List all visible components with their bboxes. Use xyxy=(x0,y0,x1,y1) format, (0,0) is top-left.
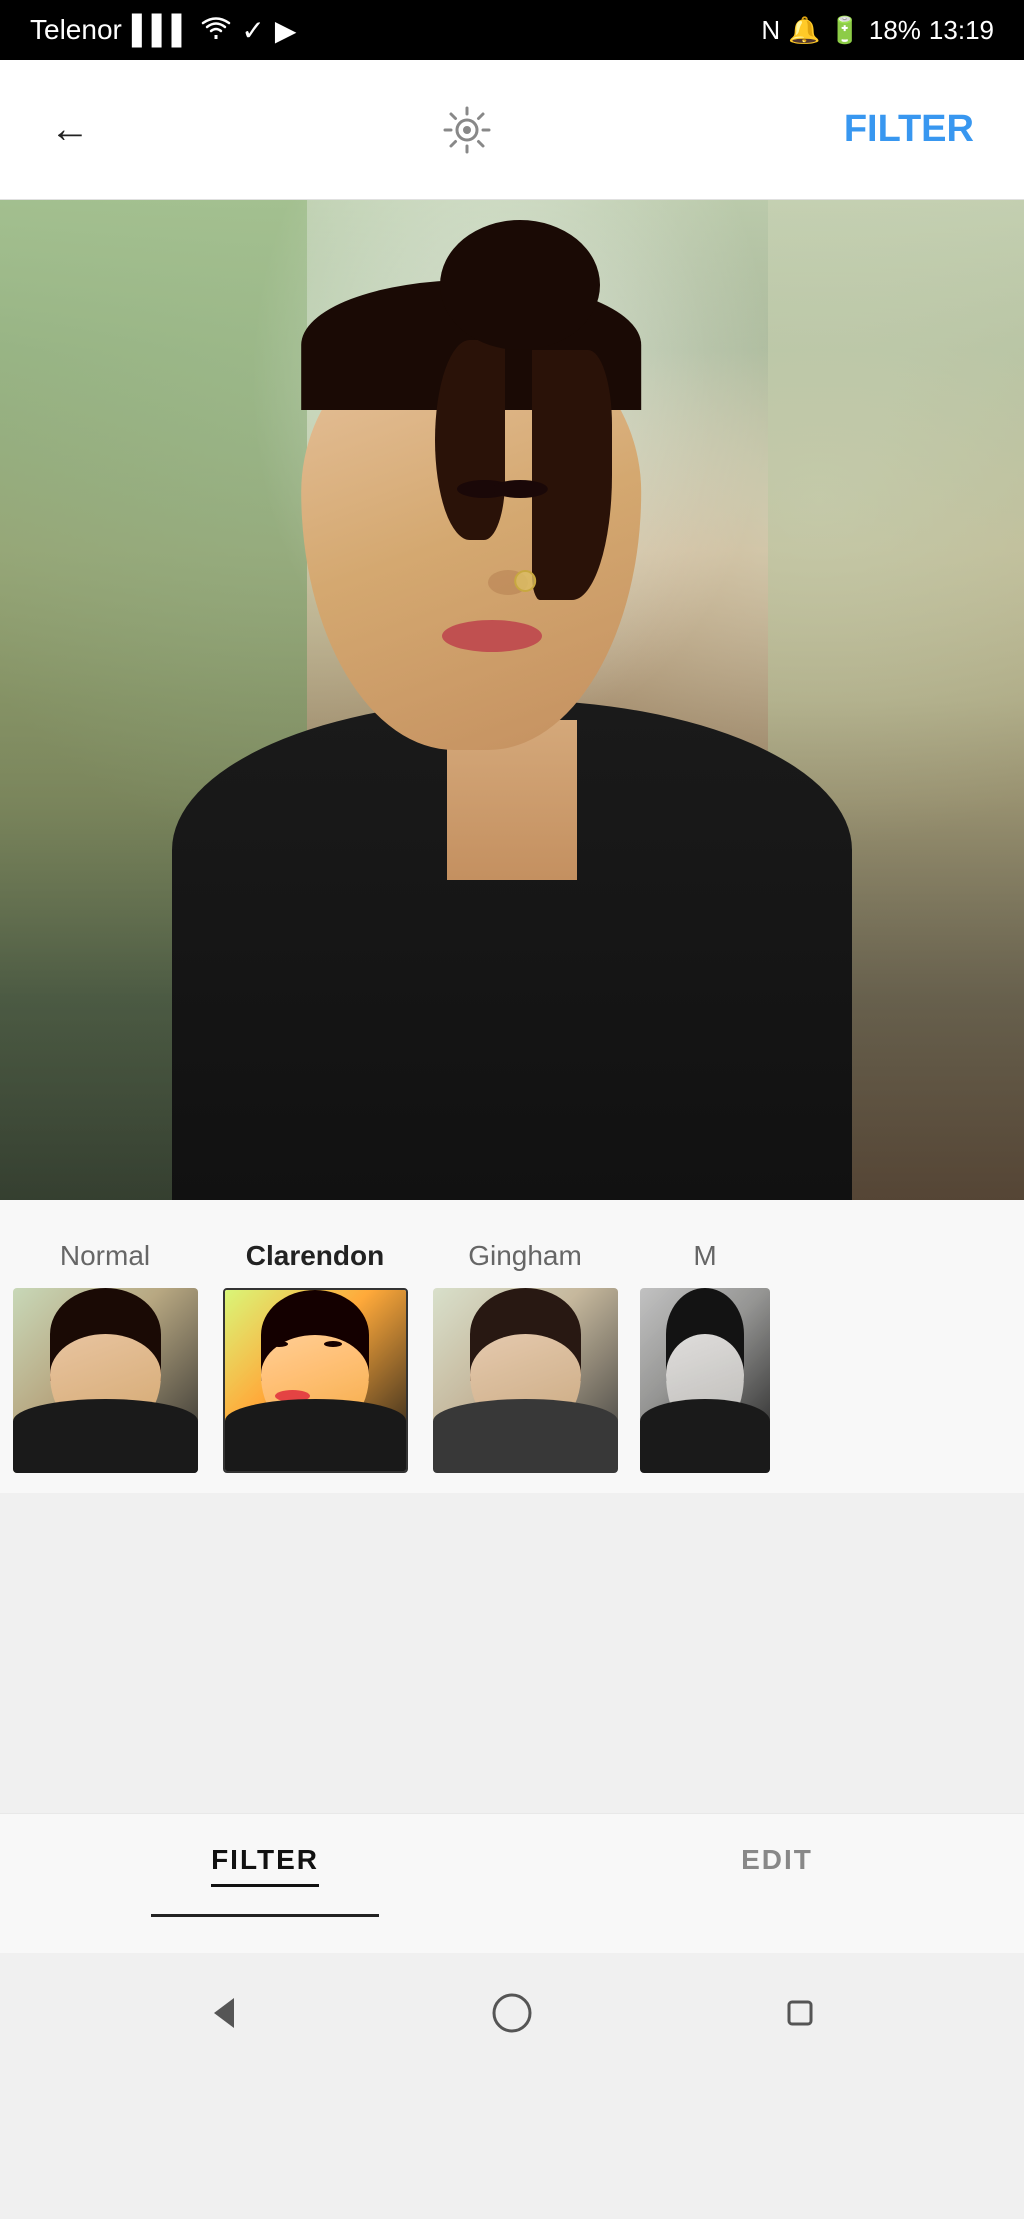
tab-edit[interactable]: EDIT xyxy=(681,1834,873,1886)
filter-scroll: Normal Clarendon xyxy=(0,1240,1024,1473)
bottom-tabs: FILTER EDIT xyxy=(0,1813,1024,1953)
wifi-icon xyxy=(201,14,231,46)
battery-icon: 🔋 xyxy=(829,15,861,46)
android-home-button[interactable] xyxy=(487,1988,537,2038)
filter-item-clarendon[interactable]: Clarendon xyxy=(210,1240,420,1473)
filter-label-clarendon: Clarendon xyxy=(246,1240,384,1272)
top-nav: ← FILTER xyxy=(0,60,1024,200)
carrier-label: Telenor xyxy=(30,14,122,46)
filter-label-normal: Normal xyxy=(60,1240,150,1272)
filter-label-gingham: Gingham xyxy=(468,1240,582,1272)
time-label: 13:19 xyxy=(929,15,994,46)
main-photo xyxy=(0,200,1024,1200)
check-icon: ✓ xyxy=(241,14,264,47)
filter-item-normal[interactable]: Normal xyxy=(0,1240,210,1473)
filter-area: Normal Clarendon xyxy=(0,1200,1024,1493)
back-button[interactable]: ← xyxy=(40,97,100,162)
signal-icon: ▌▌▌ xyxy=(132,14,192,46)
android-nav xyxy=(0,1953,1024,2073)
status-left: Telenor ▌▌▌ ✓ ▶ xyxy=(30,14,296,47)
filter-thumb-clarendon xyxy=(223,1288,408,1473)
status-bar: Telenor ▌▌▌ ✓ ▶ N 🔔 🔋 18% 13:19 xyxy=(0,0,1024,60)
next-button[interactable]: FILTER xyxy=(834,98,984,161)
filter-tab-label: FILTER xyxy=(211,1844,319,1876)
filter-thumb-moon xyxy=(640,1288,770,1473)
edit-tab-label: EDIT xyxy=(741,1844,813,1876)
status-right: N 🔔 🔋 18% 13:19 xyxy=(761,15,994,46)
brightness-icon[interactable] xyxy=(437,100,497,160)
filter-label-moon: M xyxy=(693,1240,716,1272)
tab-filter[interactable]: FILTER xyxy=(151,1834,379,1897)
filter-item-moon[interactable]: M xyxy=(630,1240,780,1473)
filter-item-gingham[interactable]: Gingham xyxy=(420,1240,630,1473)
nav-center xyxy=(437,100,497,160)
nfc-icon: N xyxy=(761,15,780,46)
media-icon: ▶ xyxy=(275,14,297,47)
filter-thumb-gingham xyxy=(433,1288,618,1473)
android-recents-button[interactable] xyxy=(775,1988,825,2038)
battery-label: 18% xyxy=(869,15,921,46)
filter-thumb-normal xyxy=(13,1288,198,1473)
android-back-button[interactable] xyxy=(199,1988,249,2038)
mid-spacer xyxy=(0,1493,1024,1813)
silent-icon: 🔔 xyxy=(788,15,820,46)
